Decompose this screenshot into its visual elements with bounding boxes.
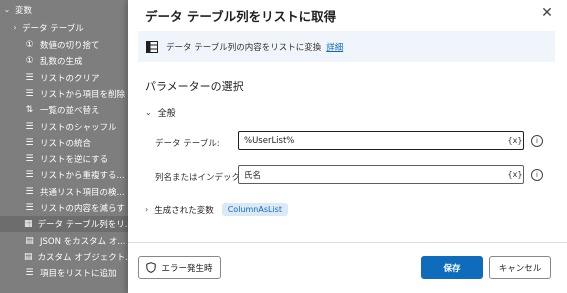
sidebar-item-label: データ テーブル (22, 23, 84, 34)
sidebar-action-item[interactable]: ☰ 共通リスト項目の検... (0, 184, 128, 200)
sidebar-item-label: リストのシャッフル (40, 122, 117, 133)
sidebar-action-item[interactable]: ① 数値の切り捨て (0, 37, 128, 53)
variable-picker-icon[interactable]: {x} (507, 136, 523, 145)
generated-variables-label: 生成された変数 (154, 205, 214, 216)
sidebar-action-item[interactable]: ☰ リストのクリア (0, 70, 128, 86)
chevron-right-icon: › (145, 205, 149, 214)
sidebar-action-item[interactable]: ☰ リストの内容を減らす (0, 200, 128, 216)
sidebar-action-item[interactable]: ⇅ 一覧の並べ替え (0, 102, 128, 118)
section-title: パラメーターの選択 (145, 80, 244, 93)
close-icon[interactable]: ✕ (539, 5, 555, 21)
sidebar-action-item[interactable]: ① 乱数の生成 (0, 53, 128, 69)
datatable-label: データ テーブル: (155, 139, 220, 149)
sidebar-item-label: 項目をリストに追加 (40, 269, 117, 280)
sidebar-item-label: カスタム オブジェクト... (37, 252, 128, 263)
sidebar-action-item[interactable]: ☰ リストの統合 (0, 135, 128, 151)
info-icon[interactable]: i (531, 169, 543, 181)
footer-divider (128, 242, 567, 243)
on-error-button[interactable]: エラー発生時 (138, 256, 221, 279)
list-clear-icon: ☰ (25, 72, 34, 83)
sort-icon: ⇅ (25, 105, 34, 116)
sidebar-item-label: リストの統合 (40, 138, 92, 149)
action-dialog: データ テーブル列をリストに取得 ✕ データ テーブル列の内容をリストに変換 詳… (128, 0, 567, 293)
column-label: 列名またはインデックス: (155, 173, 252, 183)
sidebar-action-item[interactable]: ▤ JSON をカスタム オ... (0, 233, 128, 249)
json-icon: ▤ (25, 235, 34, 246)
sidebar-action-item[interactable]: ☰ リストから重複する... (0, 167, 128, 183)
sidebar-item-label: リストを逆にする (40, 155, 109, 166)
sidebar-item-label: リストの内容を減らす (40, 204, 125, 214)
sidebar-item-label: 一覧の並べ替え (40, 106, 100, 117)
general-group-toggle[interactable]: ⌄ 全般 (145, 106, 176, 119)
sidebar-item-label: 乱数の生成 (40, 57, 83, 68)
sidebar-item-label: 共通リスト項目の検... (40, 187, 125, 198)
datatable-input[interactable]: %UserList% {x} (238, 131, 524, 150)
dedupe-icon: ☰ (25, 170, 34, 181)
list-remove-icon: ☰ (25, 88, 34, 99)
sidebar-item-label: JSON をカスタム オ... (40, 236, 126, 247)
shield-icon (146, 262, 157, 273)
details-link[interactable]: 詳細 (326, 41, 343, 53)
on-error-label: エラー発生時 (161, 263, 213, 274)
table-column-icon: ▦ (24, 219, 33, 230)
table-column-icon (146, 40, 158, 53)
sidebar-item-label: リストのクリア (40, 73, 100, 84)
object-icon: ▤ (24, 251, 33, 262)
save-button[interactable]: 保存 (421, 256, 483, 279)
generated-variables-toggle[interactable]: › 生成された変数 ColumnAsList (145, 203, 288, 216)
cancel-button[interactable]: キャンセル (489, 256, 551, 279)
sidebar-action-item[interactable]: ☰ リストのシャッフル (0, 119, 128, 135)
sidebar-group-datatable[interactable]: › データ テーブル (0, 18, 128, 37)
datatable-value: %UserList% (244, 135, 295, 146)
sidebar-action-item[interactable]: ▦ データ テーブル列をリ... (0, 216, 128, 233)
chevron-down-icon: ⌄ (145, 108, 152, 117)
subtract-icon: ☰ (25, 203, 34, 213)
reverse-icon: ☰ (25, 154, 34, 165)
common-items-icon: ☰ (25, 186, 34, 197)
group-label: 全般 (157, 109, 176, 119)
sidebar-item-label: データ テーブル列をリ... (37, 220, 128, 231)
number-round-icon: ① (25, 40, 34, 50)
action-description: データ テーブル列の内容をリストに変換 (166, 42, 322, 53)
sidebar-item-label: リストから重複する... (40, 171, 125, 182)
column-value: 氏名 (244, 170, 262, 181)
description-bar: データ テーブル列の内容をリストに変換 詳細 (138, 31, 555, 62)
sidebar-action-item[interactable]: ☰ リストを逆にする (0, 151, 128, 167)
sidebar-action-item[interactable]: ▤ カスタム オブジェクト... (0, 249, 128, 265)
info-icon[interactable]: i (531, 135, 543, 147)
shuffle-icon: ☰ (25, 121, 34, 132)
sidebar-item-label: 変数 (15, 5, 33, 16)
random-number-icon: ① (25, 56, 34, 67)
generated-variable-chip[interactable]: ColumnAsList (221, 203, 288, 216)
column-input[interactable]: 氏名 {x} (238, 165, 524, 184)
merge-icon: ☰ (25, 137, 34, 148)
chevron-right-icon: › (13, 23, 17, 32)
sidebar-item-label: 数値の切り捨て (40, 41, 100, 51)
list-add-icon: ☰ (25, 268, 34, 279)
actions-sidebar: ⌄ 変数 › データ テーブル ① 数値の切り捨て ① 乱数の生成 ☰ リストのクリア ☰ リ… (0, 0, 128, 293)
sidebar-action-item[interactable]: ☰ リストから項目を削除 (0, 86, 128, 102)
sidebar-action-item[interactable]: ☰ 項目をリストに追加 (0, 265, 128, 281)
dialog-title: データ テーブル列をリストに取得 (145, 9, 337, 24)
chevron-down-icon: ⌄ (3, 5, 11, 14)
variable-picker-icon[interactable]: {x} (507, 170, 523, 179)
sidebar-item-label: リストから項目を削除 (40, 89, 126, 100)
sidebar-group-variables[interactable]: ⌄ 変数 (0, 0, 128, 19)
